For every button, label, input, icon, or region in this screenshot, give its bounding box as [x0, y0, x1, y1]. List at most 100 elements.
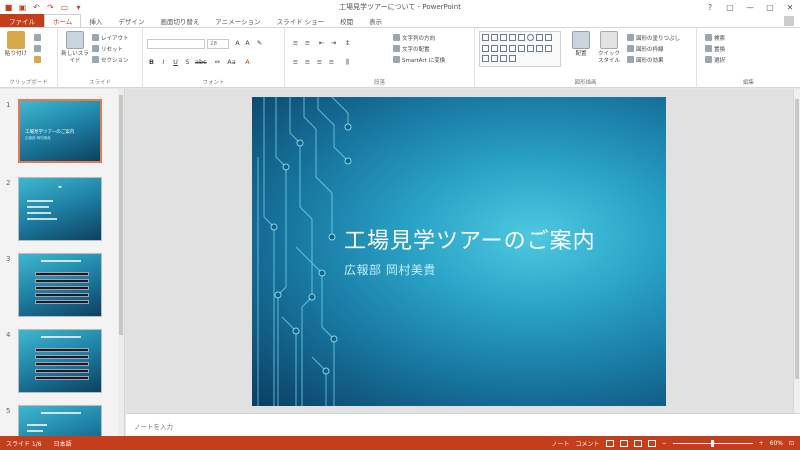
find-button[interactable]: 検索: [705, 33, 725, 42]
shape-rect-icon[interactable]: [509, 55, 516, 63]
line-spacing-icon[interactable]: ↕: [343, 39, 352, 48]
start-slideshow-icon[interactable]: ▭: [60, 3, 69, 12]
scrollbar-thumb[interactable]: [119, 95, 123, 335]
minimize-button[interactable]: —: [740, 0, 760, 14]
shape-rect-icon[interactable]: [518, 34, 525, 41]
shape-line-icon[interactable]: [500, 34, 507, 41]
bold-icon[interactable]: B: [147, 58, 156, 67]
thumbnail-row[interactable]: 5: [0, 405, 118, 436]
shape-effects-button[interactable]: 図形の効果: [627, 55, 664, 64]
quick-styles-button[interactable]: クイック スタイル: [595, 31, 623, 65]
close-button[interactable]: ✕: [780, 0, 800, 14]
select-button[interactable]: 選択: [705, 55, 725, 64]
normal-view-icon[interactable]: [605, 439, 614, 447]
shrink-font-icon[interactable]: A: [243, 39, 252, 48]
tab-design[interactable]: デザイン: [110, 14, 152, 27]
zoom-level[interactable]: 60%: [770, 440, 783, 447]
shape-rect-icon[interactable]: [545, 34, 552, 41]
save-icon[interactable]: ▣: [18, 3, 27, 12]
shape-outline-button[interactable]: 図形の枠線: [627, 44, 664, 53]
align-center-icon[interactable]: ≡: [303, 58, 312, 67]
maximize-button[interactable]: ▢: [760, 0, 780, 14]
comments-toggle[interactable]: コメント: [576, 439, 600, 448]
shape-rect-icon[interactable]: [491, 55, 498, 63]
change-case-icon[interactable]: Aa: [227, 58, 236, 67]
grow-font-icon[interactable]: A: [233, 39, 242, 48]
tab-file[interactable]: ファイル: [0, 14, 44, 27]
font-color-icon[interactable]: A: [243, 58, 252, 67]
slide-thumbnail[interactable]: ▬: [18, 177, 102, 241]
italic-icon[interactable]: I: [159, 58, 168, 67]
editor-vertical-scrollbar[interactable]: [793, 89, 800, 413]
new-slide-button[interactable]: 新しいスライド: [61, 31, 89, 65]
reset-button[interactable]: リセット: [92, 44, 123, 53]
thumbnail-row[interactable]: 2 ▬: [0, 177, 118, 243]
redo-icon[interactable]: ↷: [46, 3, 55, 12]
scrollbar-thumb[interactable]: [795, 99, 799, 379]
underline-icon[interactable]: U: [171, 58, 180, 67]
avatar[interactable]: [784, 15, 794, 26]
align-right-icon[interactable]: ≡: [315, 58, 324, 67]
customize-qat-icon[interactable]: ▾: [74, 3, 83, 12]
shape-brace-icon[interactable]: [536, 44, 543, 52]
slide-sorter-icon[interactable]: [619, 439, 628, 447]
slide-subtitle[interactable]: 広報部 岡村美貴: [344, 261, 436, 278]
numbering-icon[interactable]: ≡: [303, 39, 312, 48]
shape-rect-icon[interactable]: [482, 55, 489, 63]
tab-transitions[interactable]: 画面切り替え: [152, 14, 207, 27]
current-slide[interactable]: 工場見学ツアーのご案内 広報部 岡村美貴: [252, 97, 666, 406]
text-direction-button[interactable]: 文字列の方向: [393, 33, 435, 42]
thumbnail-row[interactable]: 4: [0, 329, 118, 395]
shape-rect-icon[interactable]: [491, 34, 498, 41]
thumbnail-scrollbar[interactable]: [118, 89, 124, 436]
font-size-combo[interactable]: 28: [207, 39, 229, 49]
strikethrough-icon[interactable]: abc: [195, 58, 207, 67]
tab-slideshow[interactable]: スライド ショー: [269, 14, 333, 27]
columns-icon[interactable]: ⫼: [343, 58, 352, 67]
shadow-icon[interactable]: S: [183, 58, 192, 67]
shape-brace-icon[interactable]: [527, 44, 534, 52]
arrange-button[interactable]: 配置: [567, 31, 595, 58]
slide-thumbnail[interactable]: 工場見学ツアーのご案内 広報部 岡村美貴: [18, 99, 102, 163]
notes-toggle[interactable]: ノート: [552, 439, 570, 448]
align-left-icon[interactable]: ≡: [291, 58, 300, 67]
reading-view-icon[interactable]: [633, 439, 642, 447]
bullets-icon[interactable]: ≡: [291, 39, 300, 48]
smartart-button[interactable]: SmartArt に変換: [393, 55, 445, 64]
help-icon[interactable]: ?: [700, 0, 720, 14]
copy-button[interactable]: [34, 44, 41, 53]
tab-review[interactable]: 校閲: [332, 14, 361, 27]
font-name-combo[interactable]: [147, 39, 205, 49]
shape-arrow-icon[interactable]: [500, 44, 507, 52]
shapes-gallery[interactable]: [479, 31, 561, 67]
zoom-slider-handle[interactable]: [710, 439, 714, 447]
paste-button[interactable]: 貼り付け: [2, 31, 30, 58]
zoom-in-icon[interactable]: +: [759, 440, 764, 447]
shape-oval-icon[interactable]: [527, 34, 534, 41]
slide-title[interactable]: 工場見学ツアーのご案内: [344, 223, 596, 255]
justify-icon[interactable]: ≡: [327, 58, 336, 67]
undo-icon[interactable]: ↶: [32, 3, 41, 12]
section-button[interactable]: セクション: [92, 55, 129, 64]
char-spacing-icon[interactable]: ↔: [213, 58, 222, 67]
tab-view[interactable]: 表示: [361, 14, 390, 27]
notes-pane[interactable]: ノートを入力: [126, 413, 800, 436]
clear-format-icon[interactable]: ✎: [255, 39, 264, 48]
slide-thumbnail[interactable]: [18, 405, 102, 436]
fit-slide-icon[interactable]: ⊡: [789, 440, 794, 447]
shape-curve-icon[interactable]: [509, 44, 516, 52]
slide-thumbnail[interactable]: [18, 329, 102, 393]
replace-button[interactable]: 置換: [705, 44, 725, 53]
format-painter-button[interactable]: [34, 55, 41, 64]
shape-curve-icon[interactable]: [518, 44, 525, 52]
increase-indent-icon[interactable]: ⇥: [329, 39, 338, 48]
thumbnail-row[interactable]: 3: [0, 253, 118, 319]
slideshow-view-icon[interactable]: [647, 439, 656, 447]
account-area[interactable]: [781, 14, 800, 27]
shape-arrow-icon[interactable]: [491, 44, 498, 52]
ribbon-display-options-icon[interactable]: ▢: [720, 0, 740, 14]
zoom-out-icon[interactable]: −: [662, 440, 667, 447]
language-indicator[interactable]: 日本語: [48, 439, 78, 448]
shape-triangle-icon[interactable]: [482, 44, 489, 52]
tab-insert[interactable]: 挿入: [81, 14, 110, 27]
